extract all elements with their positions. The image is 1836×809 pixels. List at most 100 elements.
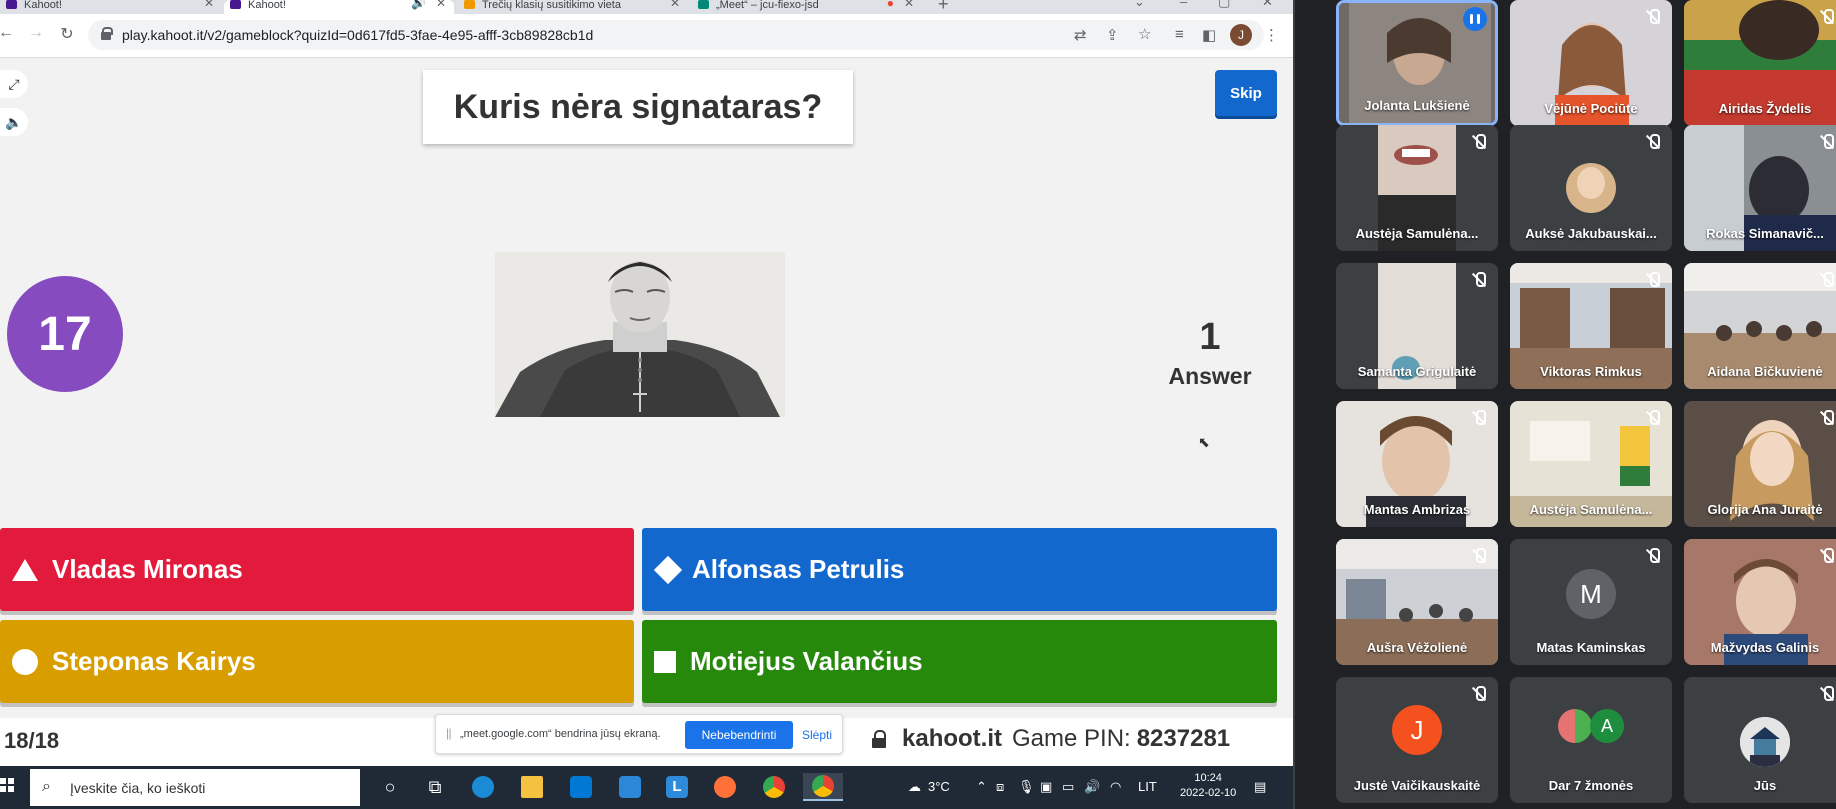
answer-option-blue[interactable]: Alfonsas Petrulis: [642, 528, 1277, 611]
participant-tile[interactable]: Auksė Jakubauskai...: [1510, 125, 1672, 251]
hide-button[interactable]: Slėpti: [802, 728, 832, 742]
triangle-icon: [12, 558, 38, 581]
volume-icon[interactable]: 🔊: [1084, 779, 1100, 795]
weather-temp[interactable]: 3°C: [928, 779, 950, 794]
participant-avatar: [1740, 717, 1790, 767]
speaker-icon[interactable]: 🔊: [411, 0, 426, 9]
participant-tile[interactable]: Airidas Žydelis: [1684, 0, 1836, 126]
chrome-icon[interactable]: [759, 773, 789, 801]
question-progress: 18/18: [4, 728, 60, 753]
clock-date: 2022-02-10: [1180, 787, 1237, 799]
kahoot-favicon-icon: [230, 0, 241, 9]
address-bar[interactable]: play.kahoot.it/v2/gameblock?quizId=0d617…: [88, 20, 1264, 50]
participant-avatar: J: [1392, 705, 1442, 755]
participant-tile[interactable]: Rokas Simanavič...: [1684, 125, 1836, 251]
microphone-icon[interactable]: 🎙: [1018, 779, 1035, 795]
countdown-timer: 17: [7, 276, 123, 392]
participant-tile[interactable]: Vėjūnė Pociūtė: [1510, 0, 1672, 126]
taskbar-clock[interactable]: 10:24 2022-02-10: [1180, 771, 1236, 801]
chevron-down-icon[interactable]: ⌄: [1134, 0, 1145, 10]
forward-icon[interactable]: →: [26, 24, 46, 42]
url-text[interactable]: play.kahoot.it/v2/gameblock?quizId=0d617…: [122, 27, 593, 43]
cortana-icon[interactable]: ○: [375, 773, 405, 801]
firefox-icon[interactable]: [710, 773, 740, 801]
volume-icon[interactable]: 🔈: [0, 108, 28, 136]
mouse-cursor-icon: ⬉: [1198, 434, 1210, 450]
participant-tile[interactable]: Austėja Samulėna...: [1336, 125, 1498, 251]
close-icon[interactable]: ✕: [204, 0, 214, 9]
answer-count-number: 1: [1199, 316, 1221, 358]
share-icon[interactable]: ⇪: [1106, 26, 1119, 44]
participant-tile[interactable]: Jūs: [1684, 677, 1836, 803]
tray-app-icon[interactable]: ⧈: [996, 779, 1004, 795]
participant-tile[interactable]: Glorija Ana Juraitė: [1684, 401, 1836, 527]
question-image: [495, 252, 785, 417]
more-menu-icon[interactable]: ⋮: [1264, 26, 1279, 44]
participant-tile[interactable]: Viktoras Rimkus: [1510, 263, 1672, 389]
participant-tile[interactable]: Mantas Ambrizas: [1336, 401, 1498, 527]
taskbar-search-input[interactable]: ⌕ Įveskite čia, ko ieškoti: [30, 769, 360, 806]
edge-icon[interactable]: [468, 773, 498, 801]
tab-kahoot-2[interactable]: Kahoot! 🔊 ✕: [224, 0, 454, 14]
participant-tile[interactable]: Jolanta Lukšienė: [1336, 0, 1498, 126]
close-icon[interactable]: ✕: [436, 0, 446, 9]
battery-icon[interactable]: ▭: [1062, 779, 1074, 795]
participant-tile[interactable]: Samanta Grigulaitė: [1336, 263, 1498, 389]
browser-toolbar: ← → ↻ play.kahoot.it/v2/gameblock?quizId…: [0, 14, 1293, 58]
skip-button[interactable]: Skip: [1215, 70, 1277, 116]
store-icon[interactable]: [566, 773, 596, 801]
chrome-active-icon[interactable]: [803, 773, 843, 801]
reload-icon[interactable]: ↻: [57, 24, 77, 44]
weather-icon[interactable]: ☁: [908, 779, 921, 795]
participant-tile[interactable]: Aidana Bičkuvienė: [1684, 263, 1836, 389]
tab-strip: Kahoot! ✕ Kahoot! 🔊 ✕ Trečių klasių susi…: [0, 0, 1293, 14]
notifications-icon[interactable]: ▤: [1254, 779, 1266, 795]
translate-icon[interactable]: ⇄: [1074, 26, 1087, 44]
game-pin-area: kahoot.it Game PIN: 8237281: [872, 725, 1230, 753]
participant-tile[interactable]: J Justė Vaičikauskaitė: [1336, 677, 1498, 803]
new-tab-button[interactable]: +: [938, 0, 949, 15]
participant-tile[interactable]: M Matas Kaminskas: [1510, 539, 1672, 665]
participant-tile[interactable]: Mažvydas Galinis: [1684, 539, 1836, 665]
side-panel-icon[interactable]: ◧: [1202, 26, 1216, 44]
avatar-image: [1740, 717, 1790, 767]
tab-meet[interactable]: „Meet“ – jcu-fiexo-jsd ● ✕: [692, 0, 922, 14]
answer-option-green[interactable]: Motiejus Valančius: [642, 620, 1277, 703]
browser-window: Kahoot! ✕ Kahoot! 🔊 ✕ Trečių klasių susi…: [0, 0, 1293, 766]
avatar[interactable]: J: [1230, 24, 1252, 46]
tab-kahoot-1[interactable]: Kahoot! ✕: [0, 0, 222, 14]
stop-sharing-button[interactable]: Nebebendrinti: [685, 721, 793, 749]
minimize-icon[interactable]: –: [1180, 0, 1187, 9]
mic-off-icon: [1642, 545, 1664, 567]
participant-tile[interactable]: A Dar 7 žmonės: [1510, 677, 1672, 803]
answer-option-yellow[interactable]: Steponas Kairys: [0, 620, 634, 703]
windows-start-icon[interactable]: [0, 778, 14, 792]
participant-tile[interactable]: Austėja Samulėna...: [1510, 401, 1672, 527]
close-icon[interactable]: ✕: [670, 0, 680, 9]
participant-avatar: A: [1590, 709, 1624, 743]
language-indicator[interactable]: LIT: [1138, 779, 1157, 794]
clock-time: 10:24: [1194, 772, 1222, 784]
classroom-favicon-icon: [464, 0, 475, 9]
close-icon[interactable]: ✕: [904, 0, 914, 9]
tray-chevron-icon[interactable]: ⌃: [976, 779, 987, 795]
answer-option-red[interactable]: Vladas Mironas: [0, 528, 634, 611]
lms-app-icon[interactable]: L: [662, 773, 692, 801]
wifi-icon[interactable]: ◠: [1110, 779, 1121, 795]
tab-classroom[interactable]: Trečių klasių susitikimo vieta ✕: [458, 0, 688, 14]
task-view-icon[interactable]: ⧉: [420, 773, 450, 801]
participant-avatar: M: [1566, 569, 1616, 619]
mic-off-icon: [1468, 545, 1490, 567]
star-icon[interactable]: ☆: [1138, 25, 1151, 43]
lock-icon[interactable]: [100, 27, 113, 40]
maximize-icon[interactable]: ▢: [1218, 0, 1230, 10]
fullscreen-icon[interactable]: ⤢: [0, 70, 28, 98]
network-status-icon[interactable]: ▣: [1040, 779, 1052, 795]
participant-tile[interactable]: Aušra Vėžolienė: [1336, 539, 1498, 665]
back-icon[interactable]: ←: [0, 24, 16, 42]
close-window-icon[interactable]: ✕: [1262, 0, 1273, 10]
drag-handle-icon[interactable]: | |: [446, 726, 451, 740]
file-explorer-icon[interactable]: [517, 773, 547, 801]
reading-list-icon[interactable]: ≡: [1175, 26, 1184, 43]
mail-icon[interactable]: [615, 773, 645, 801]
